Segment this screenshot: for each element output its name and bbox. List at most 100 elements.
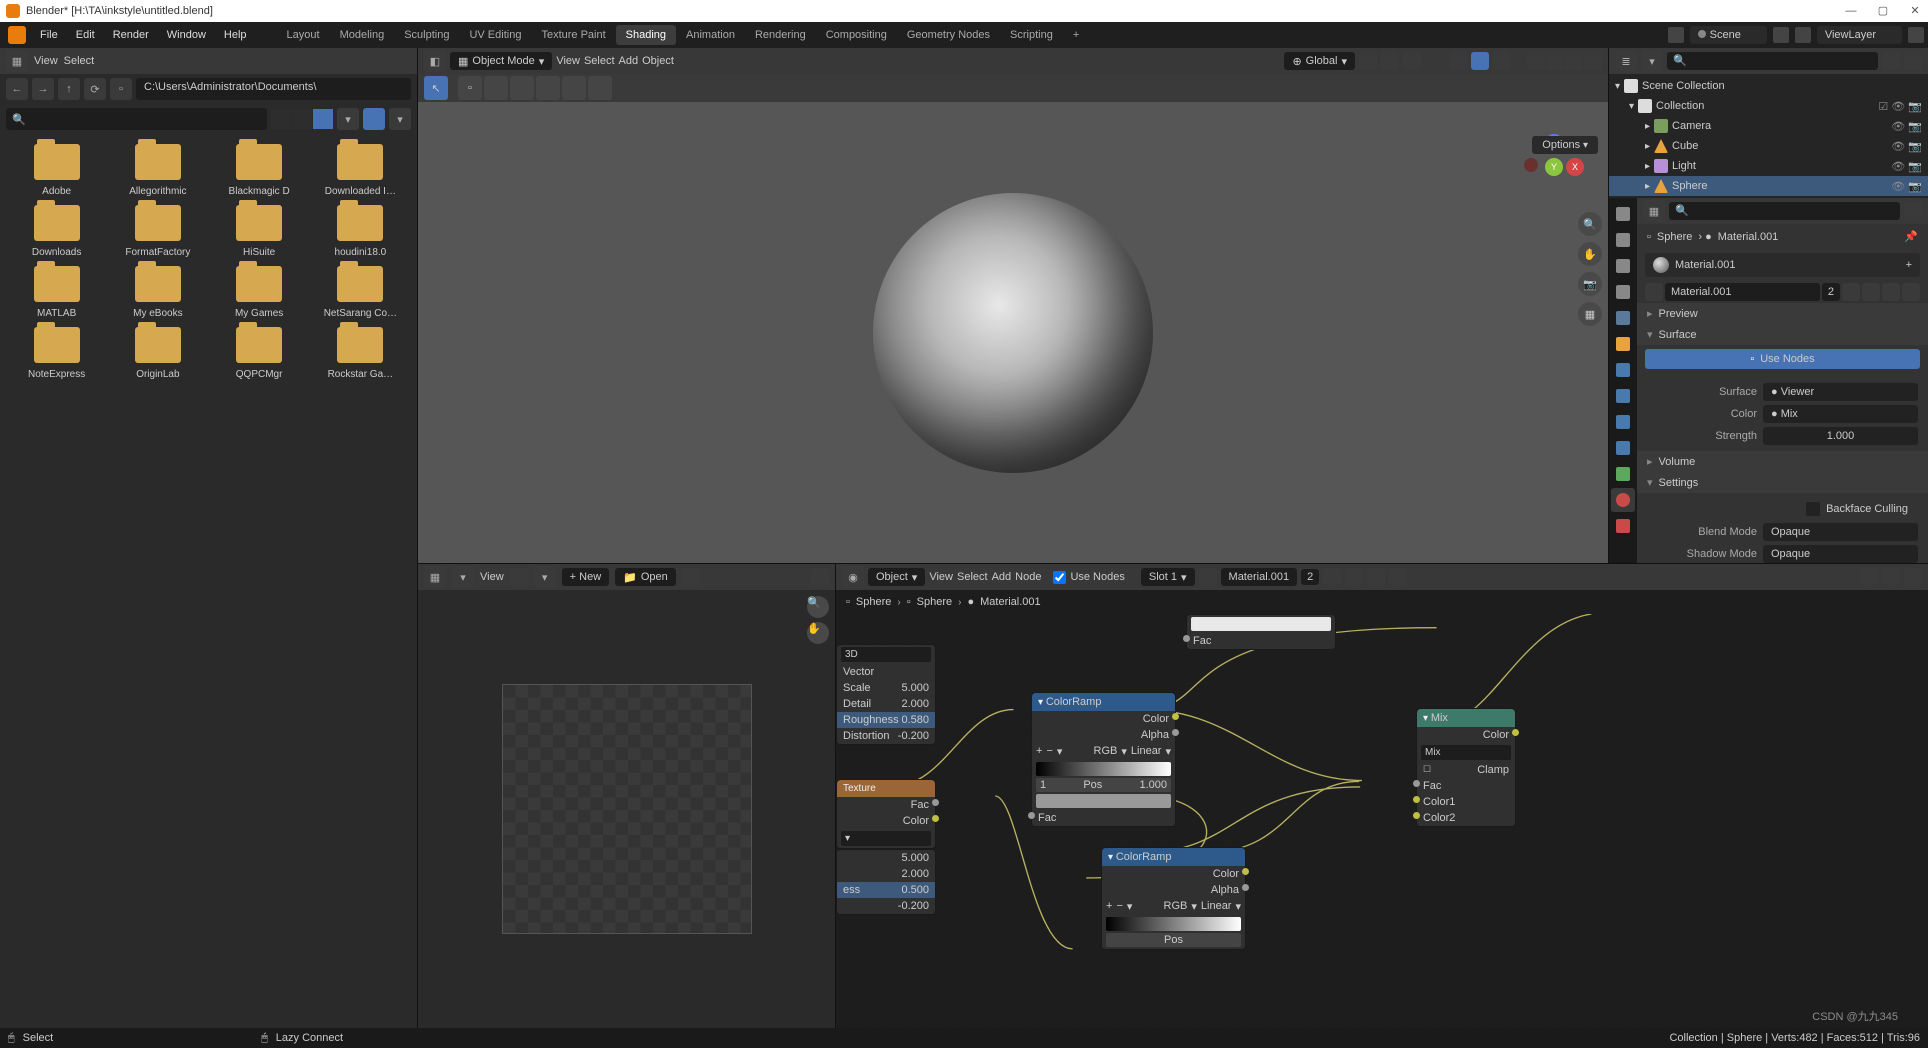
node-fragment-top[interactable]: Fac [1186,614,1336,650]
tab-shading[interactable]: Shading [616,25,676,45]
visibility-icon[interactable]: ☑ 👁 📷 [1878,100,1922,113]
fb-search[interactable]: 🔍 [6,108,267,130]
ne-new-icon[interactable] [1345,568,1363,586]
socket-color-out[interactable] [932,815,939,822]
panel-settings[interactable]: ▾Settings [1637,472,1928,493]
select-circle-icon[interactable] [484,76,508,100]
crumb-world[interactable]: Sphere [856,596,891,608]
ne-fake-user-icon[interactable] [1323,568,1341,586]
tab-modifier-icon[interactable] [1611,358,1635,382]
folder-item[interactable]: OriginLab [111,327,204,380]
axis-neg-icon[interactable] [1524,158,1538,172]
node-canvas[interactable]: Fac 3D Vector Scale5.000 Detail2.000 Rou… [836,614,1928,1028]
node-noise-texture-2[interactable]: 5.000 2.000 ess0.500 -0.200 [836,849,936,915]
up-icon[interactable]: ↑ [58,78,80,100]
img-view[interactable]: View [480,571,504,583]
node-texture-fragment[interactable]: Texture Fac Color ▾ [836,779,936,849]
add-workspace[interactable]: + [1063,25,1089,45]
img-pan-icon[interactable]: ✋ [807,622,829,644]
tab-animation[interactable]: Animation [676,25,745,45]
tab-output-icon[interactable] [1611,228,1635,252]
ne-display-icon[interactable] [1904,568,1922,586]
tab-layout[interactable]: Layout [277,25,330,45]
list-view-icon[interactable] [271,109,291,129]
ne-add[interactable]: Add [992,571,1012,583]
perspective-icon[interactable]: ▦ [1578,302,1602,326]
img-new[interactable]: + New [562,568,610,586]
node-noise-texture-1[interactable]: 3D Vector Scale5.000 Detail2.000 Roughne… [836,644,936,745]
viewport-canvas[interactable]: Z Y X 🔍 ✋ 📷 ▦ Options ▾ [418,102,1608,563]
props-pin-icon[interactable] [1904,202,1922,220]
tab-render-icon[interactable] [1611,202,1635,226]
move-tool-icon[interactable] [536,76,560,100]
editor-type-icon[interactable]: ▦ [6,50,28,72]
image-canvas[interactable]: 🔍 ✋ [418,590,835,1028]
outliner-type-icon[interactable]: ≣ [1615,50,1637,72]
node-colorramp-1[interactable]: ▾ ColorRamp Color Alpha +−▾RGB▾Linear▾ 1… [1031,692,1176,827]
socket-color1-in[interactable] [1413,796,1420,803]
panel-surface[interactable]: ▾Surface [1637,324,1928,345]
zoom-icon[interactable]: 🔍 [1578,212,1602,236]
socket-color2-in[interactable] [1413,812,1420,819]
detail-view-icon[interactable] [292,109,312,129]
snap-icon[interactable] [1381,52,1399,70]
ne-node[interactable]: Node [1015,571,1041,583]
scene-new-icon[interactable] [1773,27,1789,43]
axis-x-icon[interactable]: X [1566,158,1584,176]
overlay-toggle-icon[interactable] [1471,52,1489,70]
folder-item[interactable]: houdini18.0 [314,205,407,258]
tab-world-icon[interactable] [1611,306,1635,330]
new-folder-icon[interactable]: ▫ [110,78,132,100]
img-display-icon[interactable] [811,568,829,586]
visibility-icons[interactable]: 👁 📷 [1891,120,1922,133]
tree-collection[interactable]: ▾ Collection☑ 👁 📷 [1609,96,1928,116]
socket-alpha-out[interactable] [1242,884,1249,891]
refresh-icon[interactable]: ⟳ [84,78,106,100]
folder-item[interactable]: Blackmagic D [213,144,306,197]
ne-overlay-icon[interactable] [1882,568,1900,586]
mat-browse-ne-icon[interactable] [1199,568,1217,586]
backface-culling-checkbox[interactable] [1806,502,1820,516]
folder-item[interactable]: My Games [213,266,306,319]
scene-browse-icon[interactable] [1668,27,1684,43]
tab-viewlayer-icon[interactable] [1611,254,1635,278]
ne-snap-icon[interactable] [1860,568,1878,586]
panel-preview[interactable]: ▸Preview [1637,303,1928,324]
tab-constraint-icon[interactable] [1611,436,1635,460]
rendered-shading-icon[interactable] [1584,52,1602,70]
img-open[interactable]: 📁 Open [615,568,676,586]
folder-item[interactable]: Rockstar Ga… [314,327,407,380]
tab-physics-icon[interactable] [1611,410,1635,434]
blender-icon[interactable] [8,26,26,44]
tab-material-icon[interactable] [1611,488,1635,512]
props-type-icon[interactable]: ▦ [1643,200,1665,222]
select-lasso-icon[interactable] [510,76,534,100]
sort-icon[interactable]: ▾ [337,108,359,130]
menu-render[interactable]: Render [105,25,157,45]
filter-icon[interactable] [363,108,385,130]
folder-item[interactable]: HiSuite [213,205,306,258]
vp-view[interactable]: View [556,55,580,67]
unlink-mat-icon[interactable] [1882,283,1900,301]
options-dropdown[interactable]: Options ▾ [1532,136,1598,154]
noise-dim[interactable]: 3D [841,647,931,662]
socket-fac-in[interactable] [1028,812,1035,819]
tab-compositing[interactable]: Compositing [816,25,897,45]
scene-selector[interactable]: Scene [1690,26,1767,44]
color-input[interactable]: ● Mix [1763,405,1918,423]
tab-particle-icon[interactable] [1611,384,1635,408]
folder-item[interactable]: QQPCMgr [213,327,306,380]
socket-fac-in[interactable] [1183,635,1190,642]
node-colorramp-2[interactable]: ▾ ColorRamp Color Alpha +−▾RGB▾Linear▾ P… [1101,847,1246,950]
visibility-icons[interactable]: 👁 📷 [1891,140,1922,153]
minimize-icon[interactable]: — [1844,4,1858,18]
folder-item[interactable]: NoteExpress [10,327,103,380]
orientation-selector[interactable]: ⊕ Global ▾ [1284,52,1355,70]
folder-item[interactable]: MATLAB [10,266,103,319]
tree-item-sphere[interactable]: ▸ Sphere👁 📷 [1609,176,1928,196]
folder-item[interactable]: Downloaded I… [314,144,407,197]
tab-scene-icon[interactable] [1611,280,1635,304]
pan-icon[interactable]: ✋ [1578,242,1602,266]
img-pin-icon[interactable] [682,568,700,586]
fb-select[interactable]: Select [64,55,95,67]
